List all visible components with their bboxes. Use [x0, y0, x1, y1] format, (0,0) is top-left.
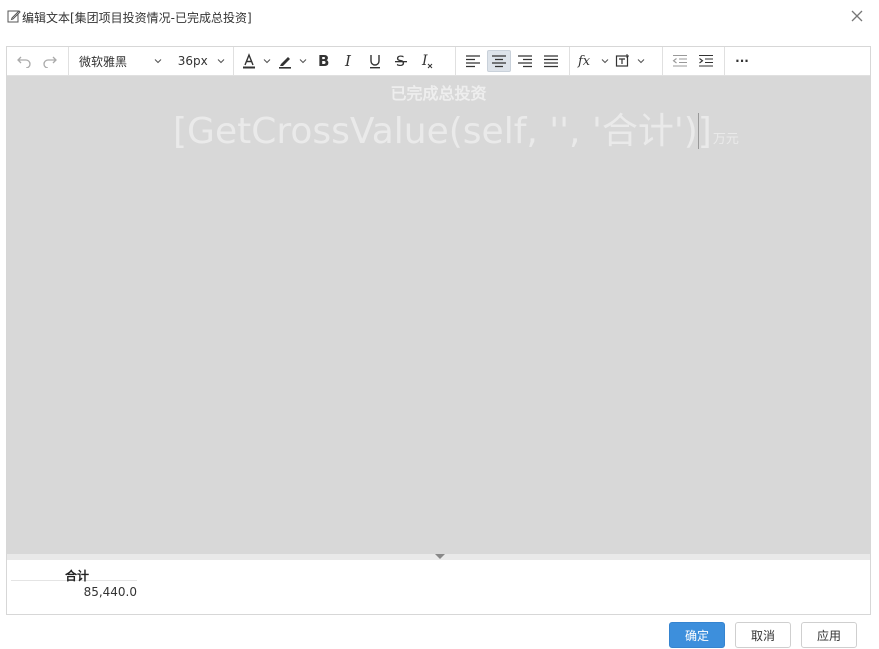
- strikethrough-icon[interactable]: S: [389, 50, 413, 72]
- undo-icon[interactable]: [12, 50, 36, 72]
- outdent-icon[interactable]: [668, 50, 692, 72]
- cancel-button[interactable]: 取消: [735, 622, 791, 648]
- preview-header: 合计: [11, 567, 137, 583]
- align-group: [456, 46, 570, 76]
- insert-field-icon: [615, 54, 629, 67]
- align-justify-icon[interactable]: [539, 50, 563, 72]
- dialog-titlebar: 编辑文本[集团项目投资情况-已完成总投资]: [0, 0, 879, 34]
- formula-text: [GetCrossValue(self, '', '合计')]: [173, 111, 712, 152]
- italic-icon[interactable]: I: [337, 50, 361, 72]
- dialog-title: 编辑文本[集团项目投资情况-已完成总投资]: [22, 11, 252, 25]
- font-group: 微软雅黑 36px: [69, 46, 234, 76]
- insert-group: fx: [570, 46, 663, 76]
- font-size-value: 36px: [177, 54, 208, 68]
- align-center-icon[interactable]: [487, 50, 511, 72]
- chevron-down-icon: [601, 59, 609, 64]
- more-group: ···: [725, 47, 759, 76]
- chevron-down-icon: [154, 59, 162, 64]
- canvas-heading: 已完成总投资: [390, 84, 487, 103]
- redo-icon[interactable]: [38, 50, 62, 72]
- unit-text: 万元: [712, 132, 739, 147]
- svg-text:I: I: [421, 53, 428, 69]
- svg-text:I: I: [344, 53, 352, 69]
- font-family-select[interactable]: 微软雅黑: [75, 50, 166, 72]
- font-size-select[interactable]: 36px: [174, 50, 229, 72]
- more-options-button[interactable]: ···: [730, 50, 754, 72]
- bold-icon[interactable]: B: [311, 50, 335, 72]
- edit-icon: [7, 9, 21, 23]
- highlighter-icon: [279, 57, 291, 69]
- history-group: [7, 46, 69, 76]
- formula-button[interactable]: fx: [577, 53, 609, 69]
- svg-text:B: B: [318, 53, 329, 69]
- formula-line: [GetCrossValue(self, '', '合计')]万元: [173, 102, 739, 154]
- rich-text-editor: 微软雅黑 36px B I S I fx ··· 已完成总投资 [GetCros…: [6, 46, 871, 615]
- chevron-down-icon: [217, 59, 225, 64]
- indent-icon[interactable]: [694, 50, 718, 72]
- preview-table: 合计 85,440.0: [11, 567, 137, 603]
- preview-panel: 合计 85,440.0: [7, 560, 870, 614]
- insert-field-button[interactable]: [615, 53, 645, 69]
- highlight-color-button[interactable]: [277, 53, 307, 69]
- apply-button[interactable]: 应用: [801, 622, 857, 648]
- indent-group: [663, 46, 725, 76]
- font-color-button[interactable]: [241, 53, 271, 69]
- svg-text:fx: fx: [577, 54, 591, 69]
- preview-value: 85,440.0: [83, 585, 137, 599]
- underline-icon[interactable]: [363, 50, 387, 72]
- function-icon: fx: [577, 54, 591, 69]
- format-group: B I S I: [234, 46, 456, 76]
- font-color-icon: [243, 53, 255, 69]
- font-family-value: 微软雅黑: [79, 54, 128, 69]
- align-right-icon[interactable]: [513, 50, 537, 72]
- editor-canvas[interactable]: 已完成总投资 [GetCrossValue(self, '', '合计')]万元: [7, 76, 870, 554]
- caret-down-icon[interactable]: [435, 554, 445, 559]
- chevron-down-icon: [637, 59, 645, 64]
- close-icon[interactable]: [849, 8, 865, 24]
- align-left-icon[interactable]: [461, 50, 485, 72]
- clear-format-icon[interactable]: I: [415, 50, 439, 72]
- text-cursor: [697, 113, 699, 149]
- confirm-button[interactable]: 确定: [669, 622, 725, 648]
- editor-toolbar: 微软雅黑 36px B I S I fx ···: [7, 46, 870, 76]
- chevron-down-icon: [299, 59, 307, 64]
- chevron-down-icon: [263, 59, 271, 64]
- dialog-footer: 确定 取消 应用: [0, 622, 879, 649]
